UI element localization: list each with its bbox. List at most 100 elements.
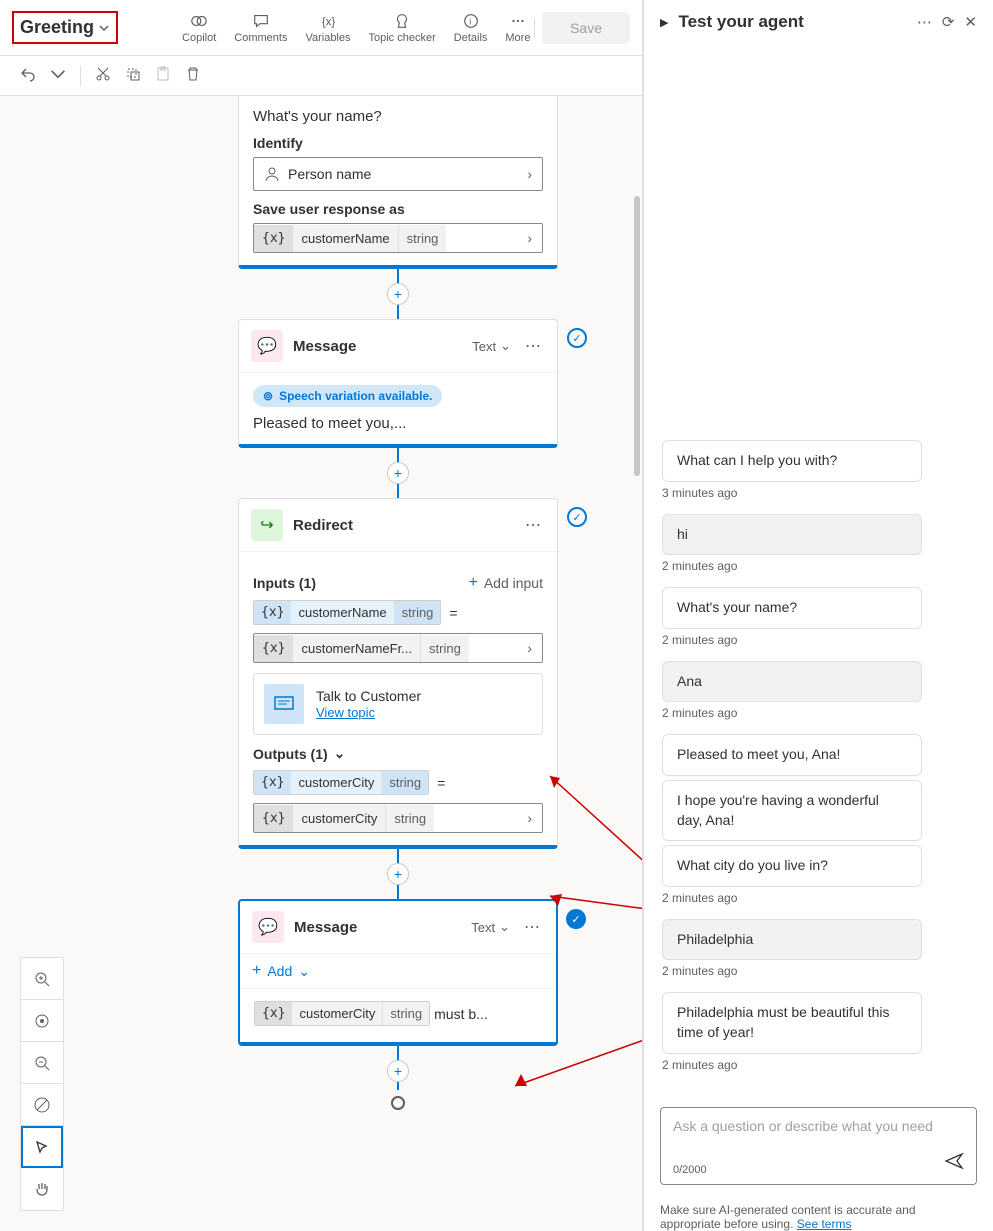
node-more-button[interactable]: ⋯: [521, 515, 545, 535]
test-panel-title: Test your agent: [678, 12, 906, 32]
outputs-label: Outputs (1): [253, 746, 328, 762]
variables-button[interactable]: {x}Variables: [305, 12, 350, 44]
message-node-selected[interactable]: ✓ 💬 Message Text ⌄ ⋯ +Add⌄ {x}customerCi…: [238, 899, 558, 1046]
topic-checker-button[interactable]: Topic checker: [369, 12, 436, 44]
chevron-down-icon: [98, 22, 110, 34]
bot-message: What city do you live in?: [662, 845, 922, 887]
output-mapping-field[interactable]: {x} customerCity string ›: [253, 803, 543, 833]
user-message: hi: [662, 514, 922, 556]
linked-topic-card[interactable]: Talk to Customer View topic: [253, 673, 543, 735]
chat-input[interactable]: Ask a question or describe what you need…: [660, 1107, 977, 1185]
inputs-label: Inputs (1): [253, 575, 316, 591]
copilot-button[interactable]: Copilot: [182, 12, 216, 44]
authoring-canvas[interactable]: What's your name? Identify Person name ›…: [0, 96, 642, 1231]
speech-icon: ⊚: [263, 389, 273, 403]
message-suffix: must b...: [434, 1006, 488, 1022]
topic-name-label: Greeting: [20, 17, 94, 38]
message-type-dropdown[interactable]: Text ⌄: [471, 919, 510, 935]
edit-toolbar: [0, 56, 642, 96]
panel-more-button[interactable]: ⋯: [917, 13, 932, 31]
topic-icon: [264, 684, 304, 724]
message-timestamp: 2 minutes ago: [662, 559, 975, 573]
pan-tool-button[interactable]: [21, 1168, 63, 1210]
copy-button[interactable]: [125, 66, 141, 85]
bot-message: Pleased to meet you, Ana!: [662, 734, 922, 776]
identify-label: Identify: [253, 135, 543, 151]
cut-button[interactable]: [95, 66, 111, 85]
chevron-right-icon: ›: [517, 224, 542, 252]
save-as-label: Save user response as: [253, 201, 543, 217]
add-input-button[interactable]: + Add input: [468, 574, 543, 592]
refresh-button[interactable]: ⟳: [942, 13, 955, 31]
add-variation-button[interactable]: +Add⌄: [240, 954, 556, 989]
add-node-button[interactable]: +: [387, 462, 409, 484]
svg-text:i: i: [469, 16, 471, 26]
zoom-toolbar: [20, 957, 64, 1211]
add-node-button[interactable]: +: [387, 1060, 409, 1082]
details-button[interactable]: iDetails: [454, 12, 488, 44]
person-icon: [264, 166, 280, 182]
identify-field[interactable]: Person name ›: [253, 157, 543, 191]
undo-button[interactable]: [20, 66, 36, 85]
undo-dropdown[interactable]: [50, 66, 66, 85]
node-status-icon: ✓: [567, 328, 587, 348]
save-button[interactable]: Save: [542, 12, 630, 44]
user-message: Ana: [662, 661, 922, 703]
add-node-button[interactable]: +: [387, 283, 409, 305]
chevron-down-icon[interactable]: ⌄: [334, 745, 346, 762]
question-prompt: What's your name?: [253, 108, 543, 125]
zoom-in-button[interactable]: [21, 958, 63, 1000]
message-timestamp: 2 minutes ago: [662, 891, 975, 905]
input-variable-chip[interactable]: {x}customerNamestring: [253, 600, 441, 625]
collapse-icon[interactable]: ▶: [660, 16, 668, 29]
selection-tool-button[interactable]: [21, 1126, 63, 1168]
add-node-button[interactable]: +: [387, 863, 409, 885]
message-timestamp: 2 minutes ago: [662, 964, 975, 978]
message-variable-chip[interactable]: {x}customerCitystring: [254, 1001, 430, 1026]
message-timestamp: 3 minutes ago: [662, 486, 975, 500]
message-timestamp: 2 minutes ago: [662, 633, 975, 647]
redirect-node[interactable]: ✓ ↪ Redirect ⋯ Inputs (1) + Add input: [238, 498, 558, 849]
user-message: Philadelphia: [662, 919, 922, 961]
redirect-icon: ↪: [251, 509, 283, 541]
bot-message: I hope you're having a wonderful day, An…: [662, 780, 922, 841]
paste-button[interactable]: [155, 66, 171, 85]
test-panel: ▶ Test your agent ⋯ ⟳ ✕ What can I help …: [643, 0, 993, 1231]
char-counter: 0/2000: [673, 1164, 707, 1176]
message-type-dropdown[interactable]: Text ⌄: [472, 338, 511, 354]
node-more-button[interactable]: ⋯: [520, 917, 544, 937]
save-variable-field[interactable]: {x} customerName string ›: [253, 223, 543, 253]
end-node-icon: [391, 1096, 405, 1110]
input-mapping-field[interactable]: {x} customerNameFr... string ›: [253, 633, 543, 663]
close-button[interactable]: ✕: [964, 13, 977, 31]
linked-topic-name: Talk to Customer: [316, 688, 421, 704]
message-node[interactable]: ✓ 💬 Message Text ⌄ ⋯ ⊚ Speech variation …: [238, 319, 558, 448]
question-node[interactable]: What's your name? Identify Person name ›…: [238, 96, 558, 269]
message-timestamp: 2 minutes ago: [662, 1058, 975, 1072]
message-text: Pleased to meet you,...: [253, 415, 543, 432]
send-button[interactable]: [944, 1151, 964, 1176]
scrollbar-thumb[interactable]: [634, 196, 640, 476]
view-topic-link[interactable]: View topic: [316, 705, 375, 720]
output-variable-chip[interactable]: {x}customerCitystring: [253, 770, 429, 795]
node-more-button[interactable]: ⋯: [521, 336, 545, 356]
reset-button[interactable]: [21, 1084, 63, 1126]
comments-button[interactable]: Comments: [234, 12, 287, 44]
zoom-out-button[interactable]: [21, 1042, 63, 1084]
bot-message: What can I help you with?: [662, 440, 922, 482]
delete-button[interactable]: [185, 66, 201, 85]
fit-view-button[interactable]: [21, 1000, 63, 1042]
chat-transcript: What can I help you with? 3 minutes ago hi…: [644, 44, 993, 1097]
node-status-icon: ✓: [567, 507, 587, 527]
topic-name-dropdown[interactable]: Greeting: [12, 11, 118, 44]
chat-input-placeholder: Ask a question or describe what you need: [673, 1118, 964, 1134]
message-icon: 💬: [252, 911, 284, 943]
message-icon: 💬: [251, 330, 283, 362]
ai-disclaimer: Make sure AI-generated content is accura…: [644, 1195, 993, 1231]
see-terms-link[interactable]: See terms: [797, 1217, 852, 1231]
more-button[interactable]: More: [505, 12, 530, 44]
bot-message: What's your name?: [662, 587, 922, 629]
bot-message: Philadelphia must be beautiful this time…: [662, 992, 922, 1053]
chevron-right-icon: ›: [527, 166, 532, 182]
speech-variation-badge[interactable]: ⊚ Speech variation available.: [253, 385, 442, 407]
